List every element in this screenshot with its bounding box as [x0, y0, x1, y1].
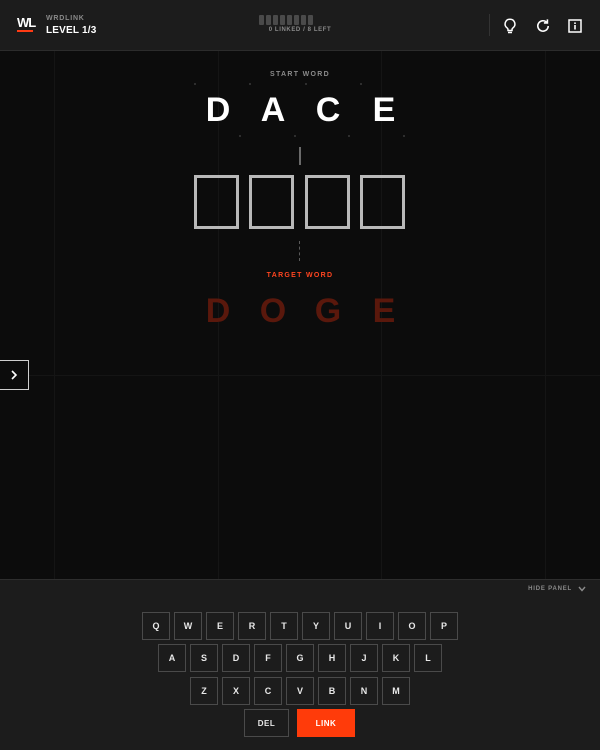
- key-k[interactable]: K: [382, 644, 410, 672]
- key-b[interactable]: B: [318, 677, 346, 705]
- key-w[interactable]: W: [174, 612, 202, 640]
- start-letter: A: [260, 91, 286, 129]
- key-e[interactable]: E: [206, 612, 234, 640]
- grid-line: [54, 51, 55, 579]
- info-icon: [568, 19, 582, 33]
- key-t[interactable]: T: [270, 612, 298, 640]
- lightbulb-icon: [504, 18, 516, 34]
- chain-connector-dashed: [299, 241, 300, 261]
- decor-dot: [360, 83, 362, 85]
- link-button[interactable]: LINK: [297, 709, 355, 737]
- app-logo: WL: [17, 15, 36, 32]
- input-slot-4[interactable]: [360, 175, 405, 229]
- target-letter: G: [314, 292, 342, 330]
- progress-segment: [280, 15, 285, 25]
- grid-line: [545, 51, 546, 579]
- header-divider: [489, 14, 490, 36]
- brand-block: WRDLINK LEVEL 1/3: [46, 15, 97, 36]
- key-u[interactable]: U: [334, 612, 362, 640]
- level-indicator: LEVEL 1/3: [46, 25, 97, 36]
- restart-button[interactable]: [531, 14, 555, 38]
- hint-button[interactable]: [498, 14, 522, 38]
- input-slot-3[interactable]: [305, 175, 350, 229]
- brand-name: WRDLINK: [46, 15, 85, 22]
- key-m[interactable]: M: [382, 677, 410, 705]
- delete-key[interactable]: DEL: [244, 709, 289, 737]
- grid-line: [0, 375, 600, 376]
- progress-segment: [294, 15, 299, 25]
- progress-segment: [259, 15, 264, 25]
- input-slot-1[interactable]: [194, 175, 239, 229]
- key-r[interactable]: R: [238, 612, 266, 640]
- chevron-down-icon: [578, 586, 586, 592]
- input-slot-2[interactable]: [249, 175, 294, 229]
- start-letter: E: [372, 91, 396, 129]
- hide-panel-label: HIDE PANEL: [528, 586, 572, 592]
- key-n[interactable]: N: [350, 677, 378, 705]
- key-c[interactable]: C: [254, 677, 282, 705]
- key-y[interactable]: Y: [302, 612, 330, 640]
- refresh-icon: [537, 19, 549, 32]
- decor-dot: [239, 135, 241, 137]
- key-s[interactable]: S: [190, 644, 218, 672]
- link-progress-bar: [259, 15, 313, 25]
- decor-dot: [305, 83, 307, 85]
- target-letter: D: [205, 292, 231, 330]
- progress-segment: [308, 15, 313, 25]
- progress-segment: [287, 15, 292, 25]
- key-i[interactable]: I: [366, 612, 394, 640]
- decor-dot: [403, 135, 405, 137]
- key-d[interactable]: D: [222, 644, 250, 672]
- info-button[interactable]: [563, 14, 587, 38]
- decor-dot: [348, 135, 350, 137]
- target-letter: E: [372, 292, 396, 330]
- start-letter: D: [205, 91, 231, 129]
- key-z[interactable]: Z: [190, 677, 218, 705]
- start-word-label: START WORD: [270, 71, 330, 78]
- key-x[interactable]: X: [222, 677, 250, 705]
- key-q[interactable]: Q: [142, 612, 170, 640]
- game-board: START WORD D A C E TARGET WORD D O G E: [0, 51, 600, 579]
- decor-dot: [194, 83, 196, 85]
- progress-segment: [301, 15, 306, 25]
- key-p[interactable]: P: [430, 612, 458, 640]
- chain-connector: [299, 147, 301, 165]
- key-a[interactable]: A: [158, 644, 186, 672]
- key-v[interactable]: V: [286, 677, 314, 705]
- target-word-label: TARGET WORD: [266, 272, 334, 279]
- key-h[interactable]: H: [318, 644, 346, 672]
- key-l[interactable]: L: [414, 644, 442, 672]
- key-g[interactable]: G: [286, 644, 314, 672]
- target-letter: O: [259, 292, 287, 330]
- progress-segment: [273, 15, 278, 25]
- side-panel-toggle[interactable]: [0, 360, 29, 390]
- keyboard-panel: HIDE PANEL QWERTYUIOP ASDFGHJKL ZXCVBNM DE…: [0, 579, 600, 750]
- decor-dot: [294, 135, 296, 137]
- chevron-right-icon: [11, 370, 18, 380]
- key-j[interactable]: J: [350, 644, 378, 672]
- key-o[interactable]: O: [398, 612, 426, 640]
- hide-panel-button[interactable]: HIDE PANEL: [528, 586, 586, 592]
- progress-text: 0 LINKED / 8 LEFT: [268, 27, 332, 33]
- top-bar: WL WRDLINK LEVEL 1/3 0 LINKED / 8 LEFT: [0, 0, 600, 51]
- key-f[interactable]: F: [254, 644, 282, 672]
- decor-dot: [249, 83, 251, 85]
- start-letter: C: [315, 91, 341, 129]
- progress-segment: [266, 15, 271, 25]
